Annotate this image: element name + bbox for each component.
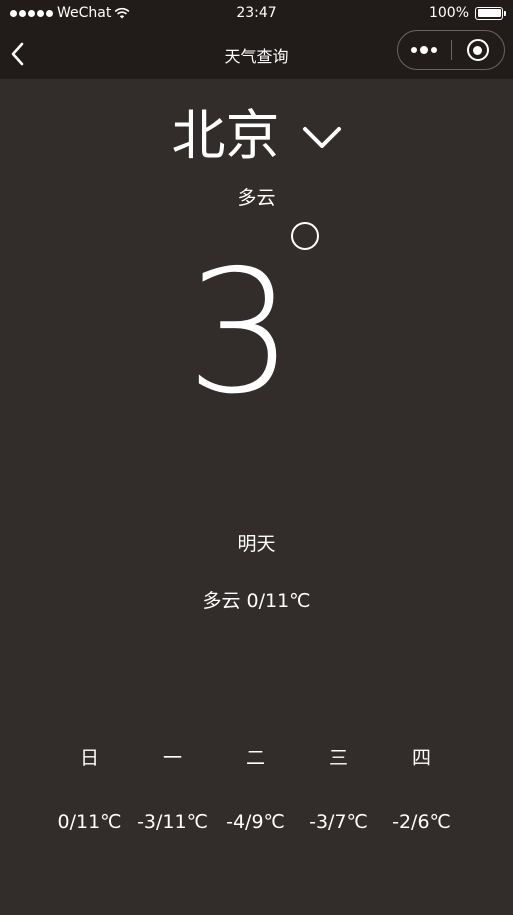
- forecast-temp-range: 0/11℃: [57, 811, 122, 833]
- close-miniprogram-button[interactable]: [451, 31, 504, 69]
- forecast-temp-range: -3/11℃: [137, 811, 208, 833]
- chevron-down-icon: [302, 127, 341, 148]
- forecast-day: 四: [411, 747, 431, 769]
- forecast-days-row: 日 一 二 三 四: [48, 743, 463, 770]
- tomorrow-forecast: 多云 0/11℃: [202, 590, 311, 612]
- more-dots-icon: [411, 47, 418, 53]
- forecast-temp-range: -4/9℃: [226, 811, 285, 833]
- forecast-temp-range: -3/7℃: [309, 811, 368, 833]
- tomorrow-label: 明天: [237, 533, 276, 555]
- miniprogram-capsule: [397, 30, 505, 70]
- nav-bar: 天气查询: [0, 28, 513, 79]
- city-name: 北京: [171, 104, 280, 167]
- current-temperature: 3: [185, 234, 295, 432]
- weather-condition: 多云: [237, 187, 276, 209]
- forecast-temp-range: -2/6℃: [392, 811, 451, 833]
- status-bar: WeChat 23:47 100%: [0, 0, 513, 28]
- forecast-day: 日: [79, 747, 99, 769]
- battery-icon: [475, 6, 506, 20]
- forecast-day: 一: [162, 747, 182, 769]
- forecast-temps-row: 0/11℃ -3/11℃ -4/9℃ -3/7℃ -2/6℃: [48, 811, 463, 833]
- city-selector[interactable]: 北京: [0, 104, 513, 168]
- forecast-day: 二: [245, 747, 265, 769]
- more-options-button[interactable]: [398, 31, 451, 69]
- target-icon: [466, 39, 489, 61]
- battery-percent: 100%: [428, 5, 469, 21]
- forecast-day: 三: [328, 747, 348, 769]
- status-right: 100%: [428, 5, 506, 21]
